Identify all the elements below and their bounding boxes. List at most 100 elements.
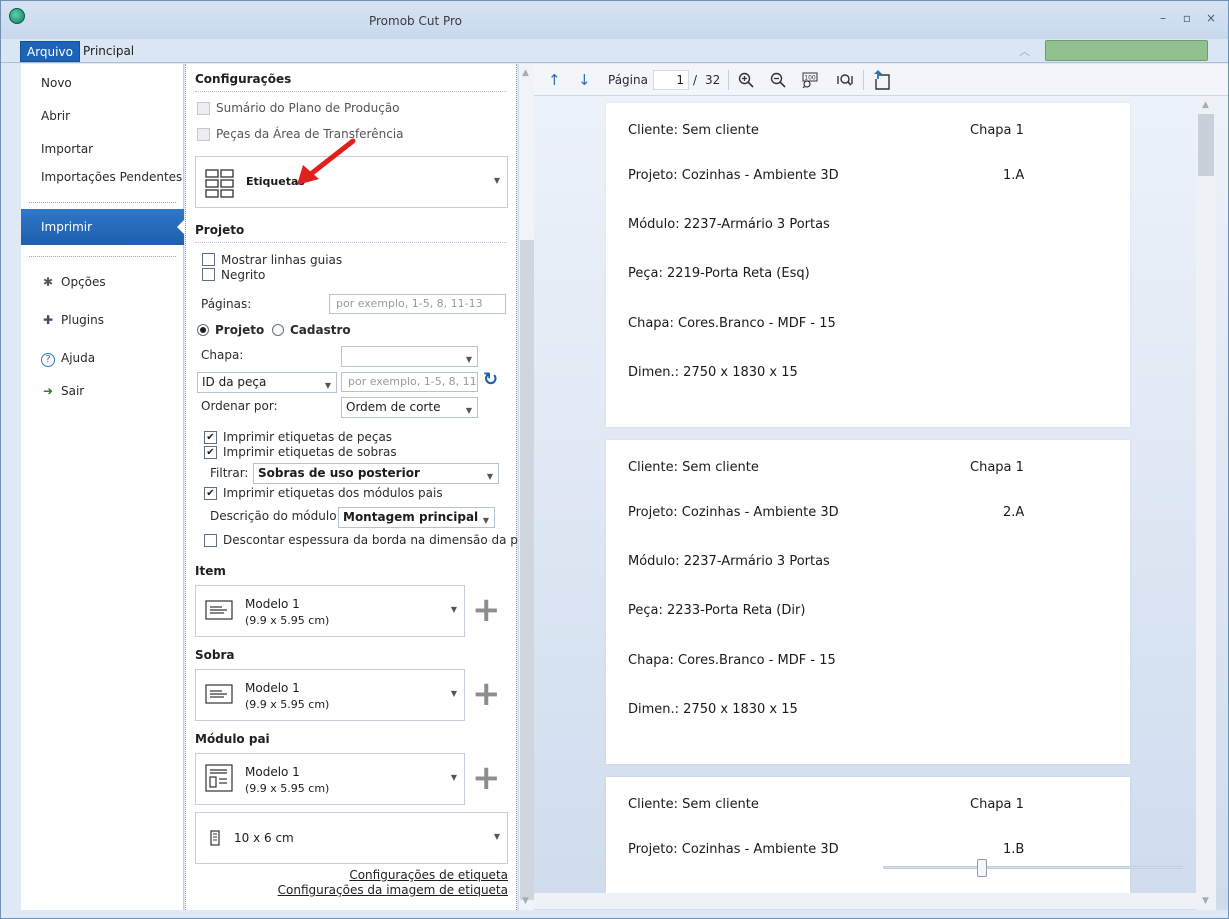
puzzle-icon: ✚ xyxy=(42,313,54,327)
add-leftover-template-button[interactable]: + xyxy=(472,677,501,711)
print-leftover-labels-checkbox[interactable]: ✔ xyxy=(204,446,217,459)
filter-select[interactable]: Sobras de uso posterior ▼ xyxy=(253,463,499,484)
label-settings-link[interactable]: Configurações de etiqueta xyxy=(349,868,508,882)
leftover-template-dropdown[interactable]: Modelo 1 (9.9 x 5.95 cm) ▼ xyxy=(195,669,465,721)
register-radio-label: Cadastro xyxy=(290,323,351,337)
nav-help[interactable]: ? Ajuda xyxy=(21,345,184,371)
preview-scrollbar[interactable]: ▲ ▼ xyxy=(1196,96,1216,910)
close-icon[interactable]: × xyxy=(1204,11,1218,25)
nav-open[interactable]: Abrir xyxy=(21,103,184,129)
scroll-up-icon[interactable]: ▲ xyxy=(1202,100,1209,110)
chevron-down-icon: ▼ xyxy=(493,176,500,185)
summary-checkbox[interactable] xyxy=(197,102,210,115)
nav-pending-imports[interactable]: Importações Pendentes xyxy=(21,164,184,190)
page-module: Módulo: 2237-Armário 3 Portas xyxy=(628,217,830,232)
svg-text:100: 100 xyxy=(804,75,816,82)
label-image-settings-link[interactable]: Configurações da imagem de etiqueta xyxy=(278,883,508,897)
config-section-title: Configurações xyxy=(195,72,292,86)
title-bar: Promob Cut Pro – ▫ × xyxy=(1,1,1228,39)
clipboard-checkbox[interactable] xyxy=(197,128,210,141)
page-project: Projeto: Cozinhas - Ambiente 3D xyxy=(628,168,839,183)
print-piece-labels-checkbox[interactable]: ✔ xyxy=(204,431,217,444)
sheet-select[interactable]: ▼ xyxy=(341,346,478,367)
scroll-down-icon[interactable]: ▼ xyxy=(522,896,529,906)
module-desc-select[interactable]: Montagem principal ▼ xyxy=(338,507,495,528)
preview-toolbar: ↑ ↓ Página 1 / 32 100 xyxy=(534,64,1228,96)
tab-main[interactable]: Principal xyxy=(77,41,140,62)
annotation-arrow-icon xyxy=(297,138,356,185)
settings-scrollbar[interactable]: ▲ ▼ xyxy=(518,64,534,910)
zoom-slider-thumb[interactable] xyxy=(977,859,987,877)
zoom-slider-track[interactable] xyxy=(883,866,1183,869)
piece-id-select[interactable]: ID da peça ▼ xyxy=(197,372,337,393)
module-desc-label: Descrição do módulo: xyxy=(210,509,341,523)
order-select[interactable]: Ordem de corte ▼ xyxy=(341,397,478,418)
nav-import[interactable]: Importar xyxy=(21,136,184,162)
nav-options[interactable]: ✱ Opções xyxy=(21,269,184,295)
backstage-nav: Novo Abrir Importar Importações Pendente… xyxy=(21,64,185,910)
leftover-model-size: (9.9 x 5.95 cm) xyxy=(245,698,330,711)
next-page-button[interactable]: ↓ xyxy=(578,71,591,89)
piece-id-value: ID da peça xyxy=(202,375,267,389)
print-module-labels-checkbox[interactable]: ✔ xyxy=(204,487,217,500)
page-module: Módulo: 2237-Armário 3 Portas xyxy=(628,554,830,569)
scroll-down-icon[interactable]: ▼ xyxy=(1202,896,1209,906)
page-code: 1.B xyxy=(1003,842,1025,857)
help-icon: ? xyxy=(41,353,55,367)
leftover-section-title: Sobra xyxy=(195,648,235,662)
page-number-input[interactable]: 1 xyxy=(653,70,689,90)
previous-page-button[interactable]: ↑ xyxy=(548,71,561,89)
module-model-name: Modelo 1 xyxy=(245,765,300,779)
minimize-icon[interactable]: – xyxy=(1156,11,1170,25)
page-code: 2.A xyxy=(1003,505,1025,520)
export-page-icon[interactable] xyxy=(873,70,893,90)
nav-help-label: Ajuda xyxy=(61,351,96,365)
ribbon-collapse-icon[interactable]: ︿ xyxy=(1019,43,1030,59)
piece-id-input[interactable]: por exemplo, 1-5, 8, 11- xyxy=(341,372,478,392)
paper-size-dropdown[interactable]: 10 x 6 cm ▼ xyxy=(195,812,508,864)
add-module-template-button[interactable]: + xyxy=(472,761,501,795)
fit-page-icon[interactable] xyxy=(837,72,853,88)
register-radio[interactable] xyxy=(272,324,284,336)
nav-pending-imports-label: Importações Pendentes xyxy=(41,170,183,184)
chevron-down-icon: ▼ xyxy=(324,381,331,390)
add-item-template-button[interactable]: + xyxy=(472,593,501,627)
page-piece: Peça: 2219-Porta Reta (Esq) xyxy=(628,266,810,281)
page-sheet: Chapa 1 xyxy=(970,797,1024,812)
scroll-thumb[interactable] xyxy=(520,240,534,900)
project-radio[interactable] xyxy=(197,324,209,336)
tab-file[interactable]: Arquivo xyxy=(20,41,80,62)
zoom-100-icon[interactable]: 100 xyxy=(802,72,818,88)
project-radio-label: Projeto xyxy=(215,323,265,337)
nav-exit[interactable]: ➜ Sair xyxy=(21,378,184,404)
nav-divider xyxy=(29,202,176,203)
page-piece: Peça: 2233-Porta Reta (Dir) xyxy=(628,603,806,618)
scroll-thumb[interactable] xyxy=(1198,114,1214,176)
restore-icon[interactable]: ▫ xyxy=(1180,11,1194,25)
nav-plugins[interactable]: ✚ Plugins xyxy=(21,307,184,333)
page-dimensions: Dimen.: 2750 x 1830 x 15 xyxy=(628,702,798,717)
show-guides-checkbox[interactable] xyxy=(202,253,215,266)
module-template-dropdown[interactable]: Modelo 1 (9.9 x 5.95 cm) ▼ xyxy=(195,753,465,805)
bold-label: Negrito xyxy=(221,268,266,282)
zoom-in-icon[interactable] xyxy=(738,72,754,88)
horizontal-scrollbar[interactable] xyxy=(534,893,1196,909)
nav-exit-label: Sair xyxy=(61,384,85,398)
chevron-down-icon: ▼ xyxy=(486,472,493,481)
bold-checkbox[interactable] xyxy=(202,268,215,281)
refresh-icon[interactable]: ↻ xyxy=(483,369,498,390)
zoom-out-icon[interactable] xyxy=(770,72,786,88)
order-value: Ordem de corte xyxy=(346,400,441,414)
page-sheet: Chapa 1 xyxy=(970,460,1024,475)
window-title: Promob Cut Pro xyxy=(368,14,463,28)
item-model-name: Modelo 1 xyxy=(245,597,300,611)
chevron-down-icon: ▼ xyxy=(482,516,489,525)
nav-print[interactable]: Imprimir xyxy=(21,209,185,245)
discount-edge-checkbox[interactable] xyxy=(204,534,217,547)
nav-new[interactable]: Novo xyxy=(21,70,184,96)
pages-input[interactable]: por exemplo, 1-5, 8, 11-13 xyxy=(329,294,506,314)
scroll-up-icon[interactable]: ▲ xyxy=(522,68,529,78)
item-template-dropdown[interactable]: Modelo 1 (9.9 x 5.95 cm) ▼ xyxy=(195,585,465,637)
label-template-icon xyxy=(205,684,233,704)
page-client: Cliente: Sem cliente xyxy=(628,797,759,812)
